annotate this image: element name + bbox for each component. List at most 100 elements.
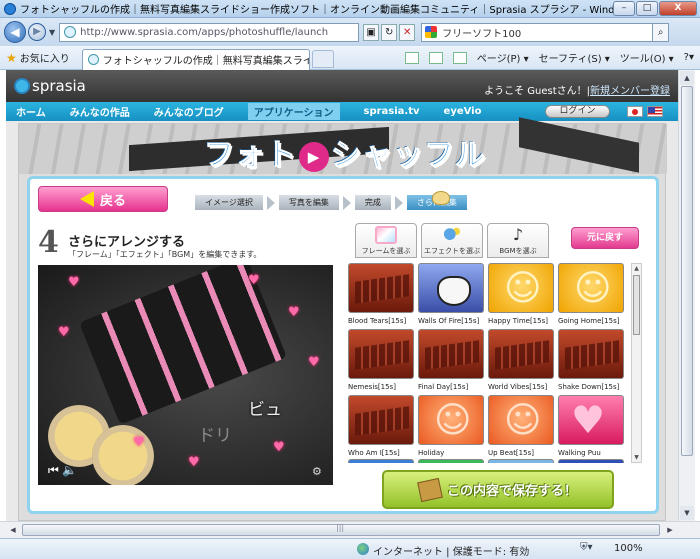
help-icon[interactable]: ?▾	[684, 52, 694, 63]
bgm-grid: Blood Tears[15s] Walls Of Fire[15s] Happy …	[348, 263, 630, 463]
safety-menu[interactable]: セーフティ(S) ▾	[539, 50, 610, 65]
compat-view-icon[interactable]: ▣	[363, 23, 380, 41]
bgm-item[interactable]: Up Beat[15s]	[488, 395, 556, 457]
sound-icon[interactable]: 🔈	[62, 463, 77, 477]
bgm-thumbnail	[348, 459, 414, 463]
bgm-thumbnail	[488, 395, 554, 445]
bgm-label: World Vibes[15s]	[488, 383, 548, 391]
nav-applications[interactable]: アプリケーション	[247, 103, 340, 120]
bgm-item-partial[interactable]	[348, 459, 416, 463]
bgm-label: Up Beat[15s]	[488, 449, 534, 457]
bgm-item[interactable]: Going Home[15s]	[558, 263, 626, 325]
app-title: フォト ▶ シャッフル	[204, 138, 486, 174]
window-titlebar: フォトシャッフルの作成｜無料写真編集スライドショー作成ソフト｜オンライン動画編集…	[0, 0, 700, 18]
page-menu[interactable]: ページ(P) ▾	[477, 50, 529, 65]
bgm-thumbnail	[488, 459, 554, 463]
tab-photoshuffle[interactable]: フォトシャッフルの作成｜無料写真編集スライ...	[81, 48, 310, 70]
us-flag-icon[interactable]	[647, 106, 663, 117]
page-scrollbar[interactable]: ▲ ▼	[678, 70, 695, 521]
step-edit-photo: 写真を編集	[278, 195, 339, 210]
home-icon[interactable]	[404, 51, 419, 64]
search-input[interactable]: フリーソフト100	[421, 22, 654, 42]
step-image-select: イメージ選択	[195, 195, 263, 210]
sprasia-logo[interactable]: sprasia	[16, 77, 86, 95]
stop-icon[interactable]: ✕	[399, 23, 416, 41]
horizontal-scrollbar[interactable]: ◀ ||| ▶	[0, 521, 700, 538]
nav-home[interactable]: ホーム	[16, 104, 46, 119]
forward-nav-button[interactable]: ▶	[28, 23, 46, 41]
bgm-item[interactable]: Blood Tears[15s]	[348, 263, 416, 325]
ie-icon	[4, 2, 16, 15]
bgm-label: Blood Tears[15s]	[348, 317, 407, 325]
bgm-thumbnail	[418, 329, 484, 379]
music-note-icon: ♪	[512, 225, 524, 244]
bgm-item[interactable]: Final Day[15s]	[418, 329, 486, 391]
bgm-item-partial[interactable]	[558, 459, 626, 463]
editor-panel: 戻る イメージ選択 写真を編集 完成 さらに編集 4 さらにアレンジする 「フレ…	[27, 176, 659, 514]
security-zone: インターネット | 保護モード: 有効	[373, 547, 530, 558]
save-button[interactable]: この内容で保存する！	[382, 470, 614, 509]
print-icon[interactable]	[452, 51, 467, 64]
nav-eyevio[interactable]: eyeVio	[444, 106, 482, 117]
favorites-button[interactable]: お気に入り	[20, 50, 70, 65]
gear-icon[interactable]: ⚙	[312, 465, 322, 478]
bgm-label: Going Home[15s]	[558, 317, 620, 325]
tab-bgm[interactable]: ♪ BGMを選ぶ	[487, 223, 549, 258]
welcome-text: ようこそ Guestさん！|新規メンバー登録	[484, 86, 670, 97]
site-nav: ホーム みんなの作品 みんなのブログ アプリケーション sprasia.tv e…	[6, 102, 678, 121]
bgm-label: Final Day[15s]	[418, 383, 469, 391]
bgm-thumbnail	[558, 263, 624, 313]
play-icon: ▶	[299, 142, 329, 172]
bgm-item[interactable]: Nemesis[15s]	[348, 329, 416, 391]
nav-blog[interactable]: みんなのブログ	[154, 104, 224, 119]
register-link[interactable]: 新規メンバー登録	[590, 86, 670, 97]
bgm-item[interactable]: Walls Of Fire[15s]	[418, 263, 486, 325]
page-viewport: sprasia ようこそ Guestさん！|新規メンバー登録 ホーム みんなの作…	[6, 70, 678, 521]
maximize-button[interactable]: □	[636, 1, 658, 16]
address-bar: ◀ ▶ ▼ http://www.sprasia.com/apps/photos…	[0, 18, 700, 46]
preview-caption: ビュ	[248, 400, 282, 420]
favorites-star-icon[interactable]: ★	[6, 51, 17, 65]
search-icon[interactable]: ⌕	[653, 22, 670, 42]
back-nav-button[interactable]: ◀	[4, 21, 26, 43]
bgm-item[interactable]: Happy Time[15s]	[488, 263, 556, 325]
tools-menu[interactable]: ツール(O) ▾	[620, 50, 674, 65]
step-heading: さらにアレンジする	[68, 235, 186, 250]
login-button[interactable]: ログイン	[545, 105, 610, 118]
mascot-icon	[432, 191, 450, 205]
bgm-label: Shake Down[15s]	[558, 383, 620, 391]
back-button[interactable]: 戻る	[38, 186, 168, 212]
japan-flag-icon[interactable]	[627, 106, 643, 117]
minimize-button[interactable]: –	[613, 1, 635, 16]
protected-mode-icon[interactable]: ⛨▾	[580, 542, 593, 553]
tab-frame[interactable]: フレームを選ぶ	[355, 223, 417, 258]
bgm-label: Happy Time[15s]	[488, 317, 548, 325]
bgm-thumbnail	[348, 395, 414, 445]
bgm-item-partial[interactable]	[488, 459, 556, 463]
history-dropdown-icon[interactable]: ▼	[49, 28, 55, 37]
bgm-item[interactable]: World Vibes[15s]	[488, 329, 556, 391]
close-button[interactable]: X	[659, 1, 697, 16]
favorites-bar: ★ お気に入り フォトシャッフルの作成｜無料写真編集スライ... ページ(P) …	[0, 46, 700, 70]
bgm-grid-scrollbar[interactable]: ▲ ▼	[631, 263, 642, 463]
bgm-label: Who Am I[15s]	[348, 449, 400, 457]
url-field[interactable]: http://www.sprasia.com/apps/photoshuffle…	[59, 22, 360, 42]
nav-sprasia-tv[interactable]: sprasia.tv	[364, 106, 420, 117]
bgm-item[interactable]: Holiday	[418, 395, 486, 457]
new-tab-button[interactable]	[311, 50, 334, 68]
bgm-item[interactable]: Shake Down[15s]	[558, 329, 626, 391]
bgm-item[interactable]: Walking Puu	[558, 395, 626, 457]
refresh-icon[interactable]: ↻	[381, 23, 398, 41]
bgm-item-partial[interactable]	[418, 459, 486, 463]
tab-effect[interactable]: エフェクトを選ぶ	[421, 223, 483, 258]
bgm-thumbnail	[348, 263, 414, 313]
step-progress: イメージ選択 写真を編集 完成 さらに編集	[195, 191, 467, 210]
prev-icon[interactable]: ⏮	[48, 463, 59, 478]
bgm-item[interactable]: Who Am I[15s]	[348, 395, 416, 457]
step-number: 4	[38, 225, 59, 260]
feeds-icon[interactable]	[428, 51, 443, 64]
nav-works[interactable]: みんなの作品	[70, 104, 130, 119]
tool-tabs: フレームを選ぶ エフェクトを選ぶ ♪ BGMを選ぶ	[355, 223, 549, 258]
zoom-level[interactable]: 100%	[614, 543, 643, 554]
undo-button[interactable]: 元に戻す	[571, 227, 639, 249]
